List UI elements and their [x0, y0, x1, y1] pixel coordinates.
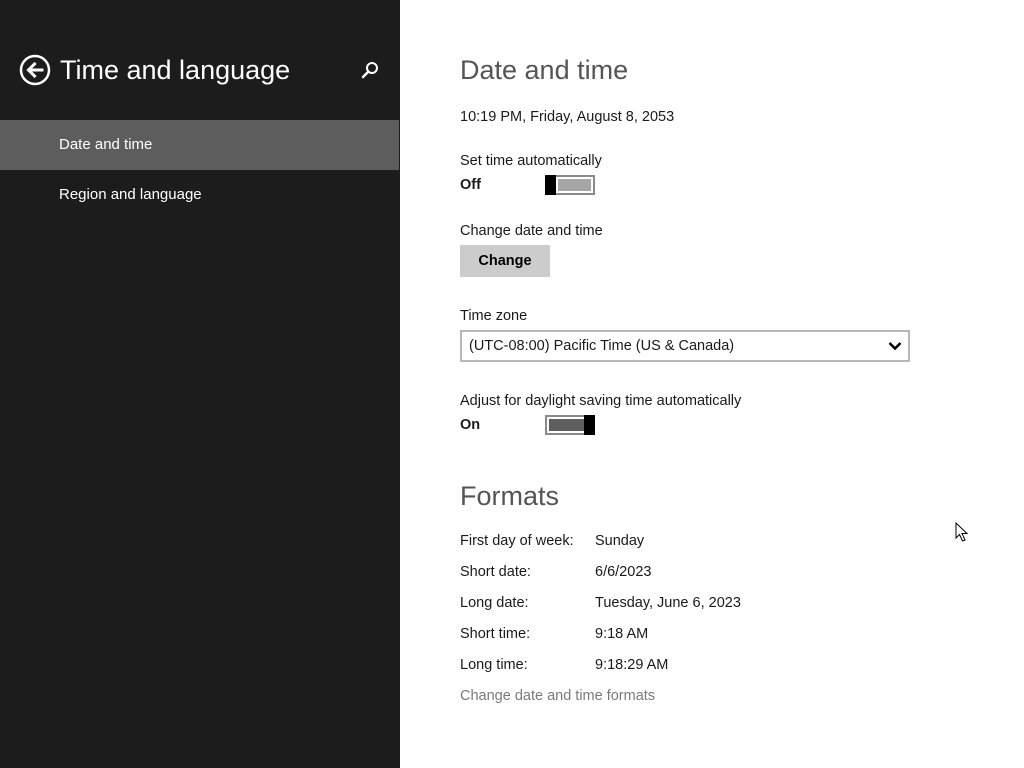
main-panel: Date and time 10:19 PM, Friday, August 8… — [400, 0, 1024, 768]
back-button[interactable] — [19, 54, 51, 86]
change-formats-link[interactable]: Change date and time formats — [460, 687, 655, 705]
formats-heading: Formats — [460, 481, 560, 511]
dst-toggle[interactable] — [545, 415, 595, 435]
format-value-short-date: 6/6/2023 — [595, 564, 652, 580]
sidebar-title: Time and language — [60, 55, 291, 85]
set-time-auto-label: Set time automatically — [460, 153, 602, 169]
change-button[interactable]: Change — [460, 245, 550, 277]
current-date-time: 10:19 PM, Friday, August 8, 2053 — [460, 109, 675, 125]
dst-label: Adjust for daylight saving time automati… — [460, 393, 742, 409]
format-label-short-date: Short date: — [460, 564, 531, 580]
back-arrow-icon — [19, 54, 51, 86]
search-icon — [361, 62, 378, 79]
toggle-thumb — [545, 175, 556, 195]
time-zone-value: (UTC-08:00) Pacific Time (US & Canada) — [469, 338, 735, 354]
dst-state: On — [460, 417, 481, 433]
sidebar-item-region-and-language[interactable]: Region and language — [0, 170, 399, 220]
format-value-long-date: Tuesday, June 6, 2023 — [595, 595, 741, 611]
chevron-down-icon — [888, 342, 902, 351]
toggle-thumb — [584, 415, 595, 435]
toggle-track-fill — [549, 419, 584, 431]
format-value-first-day: Sunday — [595, 533, 645, 549]
sidebar-item-date-and-time[interactable]: Date and time — [0, 120, 399, 170]
format-label-long-date: Long date: — [460, 595, 529, 611]
date-time-heading: Date and time — [460, 55, 629, 85]
format-value-short-time: 9:18 AM — [595, 626, 649, 642]
sidebar-item-label: Date and time — [59, 136, 153, 153]
time-zone-label: Time zone — [460, 308, 528, 324]
set-time-auto-toggle[interactable] — [545, 175, 595, 195]
toggle-track-fill — [558, 179, 591, 191]
change-date-time-label: Change date and time — [460, 223, 603, 239]
sidebar-item-label: Region and language — [59, 186, 202, 203]
mouse-cursor-icon — [955, 522, 969, 542]
sidebar: Time and language Date and time Region a… — [0, 0, 400, 768]
format-label-short-time: Short time: — [460, 626, 531, 642]
format-label-long-time: Long time: — [460, 657, 528, 673]
format-label-first-day: First day of week: — [460, 533, 574, 549]
time-zone-select[interactable]: (UTC-08:00) Pacific Time (US & Canada) — [460, 330, 910, 362]
format-value-long-time: 9:18:29 AM — [595, 657, 669, 673]
search-button[interactable] — [360, 60, 380, 80]
set-time-auto-state: Off — [460, 177, 481, 193]
